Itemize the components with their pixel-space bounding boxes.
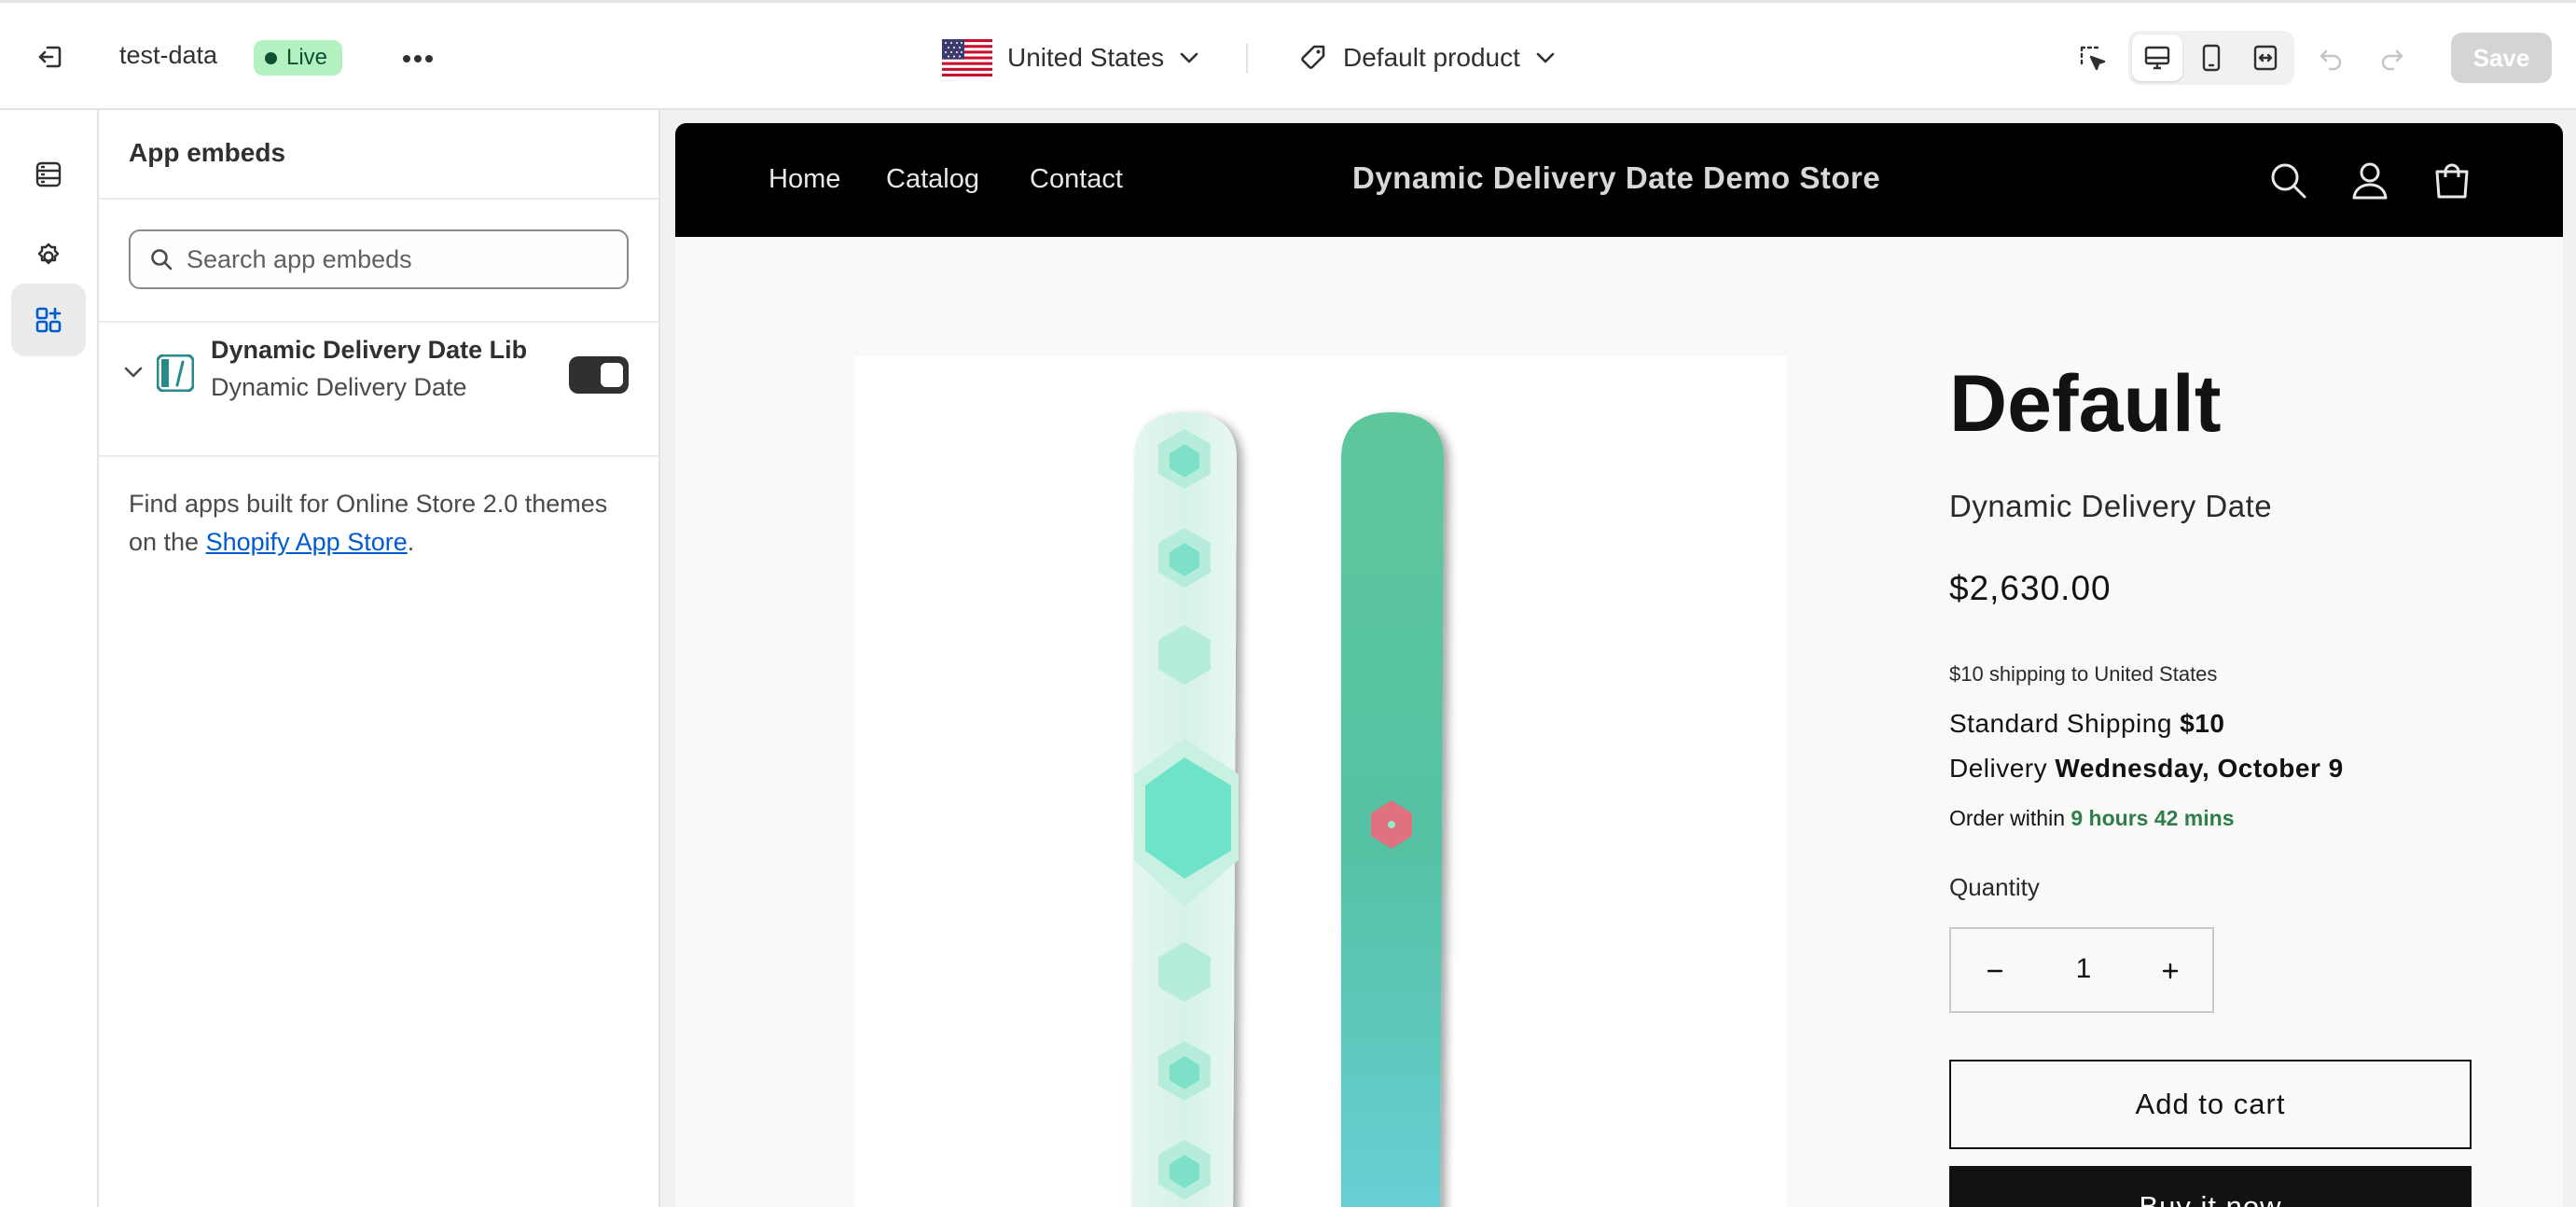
chevron-down-icon (1180, 52, 1198, 63)
toggle-knob (601, 363, 623, 387)
store-account-button[interactable] (2347, 157, 2393, 203)
quantity-stepper: 1 (1949, 927, 2214, 1013)
exit-icon (38, 46, 62, 68)
standard-shipping: Standard Shipping $10 (1949, 709, 2224, 739)
product-title: Default (1949, 359, 2222, 449)
quantity-label: Quantity (1949, 873, 2040, 901)
tag-icon (1301, 45, 1325, 69)
standard-shipping-label: Standard Shipping (1949, 709, 2181, 738)
panel-divider (99, 198, 658, 200)
store-header: Home Catalog Contact Dynamic Delivery Da… (675, 123, 2563, 237)
chevron-down-icon (1536, 52, 1555, 63)
embed-app-name: Dynamic Delivery Date (211, 373, 467, 401)
exit-button[interactable] (32, 38, 69, 76)
product-price: $2,630.00 (1949, 569, 2112, 607)
sections-icon (35, 161, 62, 187)
theme-name: test-data (119, 41, 218, 69)
snowboard-image (1132, 412, 1444, 1207)
product-vendor: Dynamic Delivery Date (1949, 489, 2273, 523)
decrease-quantity-button[interactable] (1974, 950, 2016, 992)
storefront-preview: Home Catalog Contact Dynamic Delivery Da… (675, 123, 2563, 1207)
status-dot-icon (265, 51, 277, 64)
live-badge-label: Live (286, 45, 328, 70)
country-selector[interactable]: United States (942, 35, 1199, 81)
app-embeds-panel: App embeds Dynamic Delivery Date Lib Dyn… (99, 110, 660, 1207)
shipping-note: $10 shipping to United States (1949, 662, 2218, 686)
store-search-button[interactable] (2264, 157, 2311, 203)
us-flag-icon (942, 39, 992, 76)
undo-button[interactable] (2311, 38, 2352, 79)
redo-button[interactable] (2371, 38, 2412, 79)
panel-title: App embeds (129, 138, 286, 167)
buy-now-button[interactable]: Buy it now (1949, 1166, 2472, 1207)
embed-enabled-toggle[interactable] (569, 356, 629, 394)
panel-divider (99, 455, 658, 457)
app-embeds-icon (35, 307, 62, 333)
delivery-date-value: Wednesday, October 9 (2055, 754, 2344, 783)
delivery-label: Delivery (1949, 754, 2056, 783)
template-selector[interactable]: Default product (1298, 35, 1556, 81)
minus-icon (1987, 969, 2003, 973)
topbar-divider (1246, 44, 1248, 74)
full-width-view-button[interactable] (2240, 35, 2291, 81)
search-field[interactable] (129, 229, 629, 289)
add-to-cart-button[interactable]: Add to cart (1949, 1060, 2472, 1149)
template-label: Default product (1343, 43, 1520, 72)
inspector-button[interactable] (2072, 38, 2113, 79)
order-within-label: Order within (1949, 806, 2071, 830)
desktop-view-button[interactable] (2132, 35, 2182, 81)
standard-shipping-price: $10 (2180, 709, 2225, 738)
store-name[interactable]: Dynamic Delivery Date Demo Store (1352, 160, 1880, 196)
editor-topbar: test-data Live United States Default pro… (0, 0, 2576, 110)
live-status-badge: Live (254, 40, 343, 76)
editor-icon-rail (0, 110, 99, 1207)
full-width-icon (2253, 45, 2278, 71)
more-horizontal-icon (403, 55, 433, 62)
product-image[interactable] (854, 356, 1787, 1207)
undo-icon (2320, 49, 2342, 71)
rail-sections-button[interactable] (11, 138, 86, 211)
store-cart-button[interactable] (2429, 157, 2475, 203)
shopify-app-store-link[interactable]: Shopify App Store (206, 528, 408, 556)
save-button[interactable]: Save (2451, 33, 2552, 83)
search-icon (2271, 163, 2306, 199)
rail-app-embeds-button[interactable] (11, 284, 86, 356)
find-apps-period: . (407, 528, 415, 556)
plus-icon (2162, 963, 2179, 979)
app-embed-item: Dynamic Delivery Date Lib Dynamic Delive… (99, 323, 658, 427)
increase-quantity-button[interactable] (2149, 950, 2192, 992)
account-icon (2352, 162, 2388, 200)
nav-link-contact[interactable]: Contact (1030, 164, 1123, 195)
cart-icon (2435, 163, 2469, 199)
mobile-view-button[interactable] (2186, 35, 2237, 81)
gear-icon (37, 243, 60, 265)
more-actions-button[interactable] (397, 38, 438, 79)
country-label: United States (1007, 43, 1165, 72)
search-icon (151, 249, 173, 271)
search-input[interactable] (187, 244, 616, 274)
nav-link-catalog[interactable]: Catalog (886, 164, 979, 195)
find-apps-text: Find apps built for Online Store 2.0 the… (129, 485, 632, 562)
delivery-date: Delivery Wednesday, October 9 (1949, 754, 2344, 784)
inspect-cursor-icon (2080, 46, 2106, 71)
mobile-icon (2202, 44, 2221, 72)
viewport-switcher (2128, 31, 2294, 85)
app-logo-icon (157, 354, 194, 392)
redo-icon (2381, 49, 2403, 71)
chevron-down-icon (124, 367, 143, 378)
expand-embed-button[interactable] (119, 358, 147, 386)
desktop-icon (2144, 46, 2170, 70)
nav-link-home[interactable]: Home (769, 164, 840, 195)
embed-name: Dynamic Delivery Date Lib (211, 336, 528, 364)
order-countdown: Order within 9 hours 42 mins (1949, 806, 2235, 831)
countdown-value: 9 hours 42 mins (2070, 806, 2235, 830)
quantity-input[interactable]: 1 (2037, 953, 2130, 985)
rail-theme-settings-button[interactable] (11, 220, 86, 293)
